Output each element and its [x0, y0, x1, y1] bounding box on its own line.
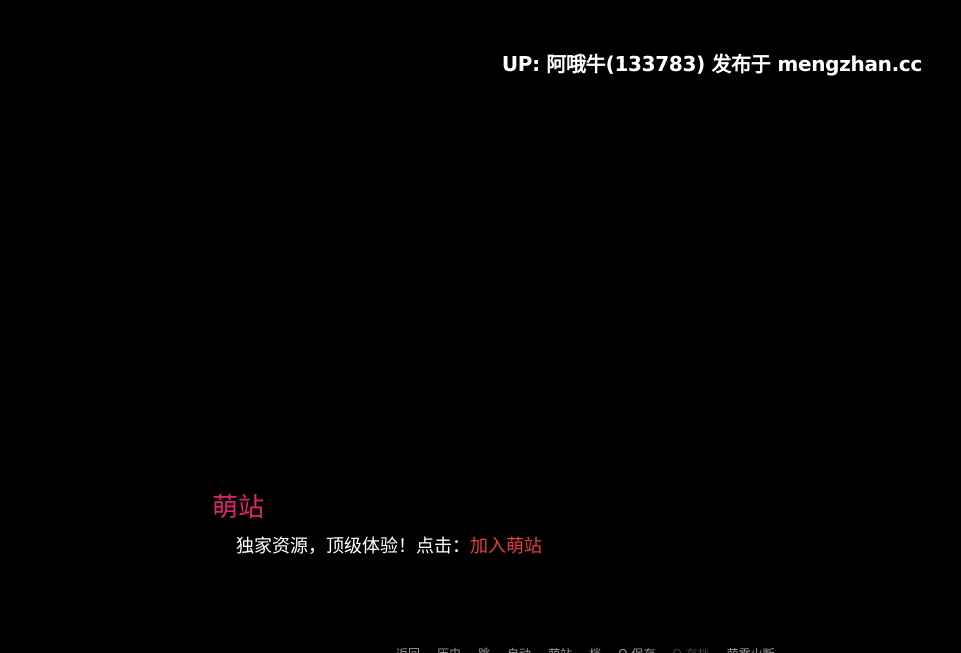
upload-watermark: UP: 阿哦牛(133783) 发布于 mengzhan.cc [501, 52, 922, 76]
dialogue-text: 独家资源，顶级体验！点击：加入萌站 [236, 532, 542, 558]
dialogue-text-prefix: 独家资源，顶级体验！点击： [236, 536, 470, 557]
quick-menu-quick-load: Q.存档 [672, 645, 709, 653]
quick-menu-save[interactable]: 档 [589, 645, 601, 653]
join-mengzhan-link[interactable]: 加入萌站 [470, 536, 542, 557]
quick-menu-quick-save[interactable]: Q.保存 [618, 645, 655, 653]
quick-menu-extra[interactable]: 萌零火断 [727, 645, 775, 653]
quick-menu: 返回 历史 跳 自动 萌站 档 Q.保存 Q.存档 萌零火断 [396, 645, 792, 653]
quick-menu-auto[interactable]: 自动 [507, 645, 531, 653]
quick-menu-back[interactable]: 返回 [396, 645, 420, 653]
speaker-name: 萌站 [212, 493, 265, 523]
game-screen[interactable]: UP: 阿哦牛(133783) 发布于 mengzhan.cc 萌站 独家资源，… [0, 0, 961, 653]
quick-menu-mengzhan[interactable]: 萌站 [548, 645, 572, 653]
quick-menu-skip[interactable]: 跳 [478, 645, 490, 653]
quick-menu-history[interactable]: 历史 [437, 645, 461, 653]
